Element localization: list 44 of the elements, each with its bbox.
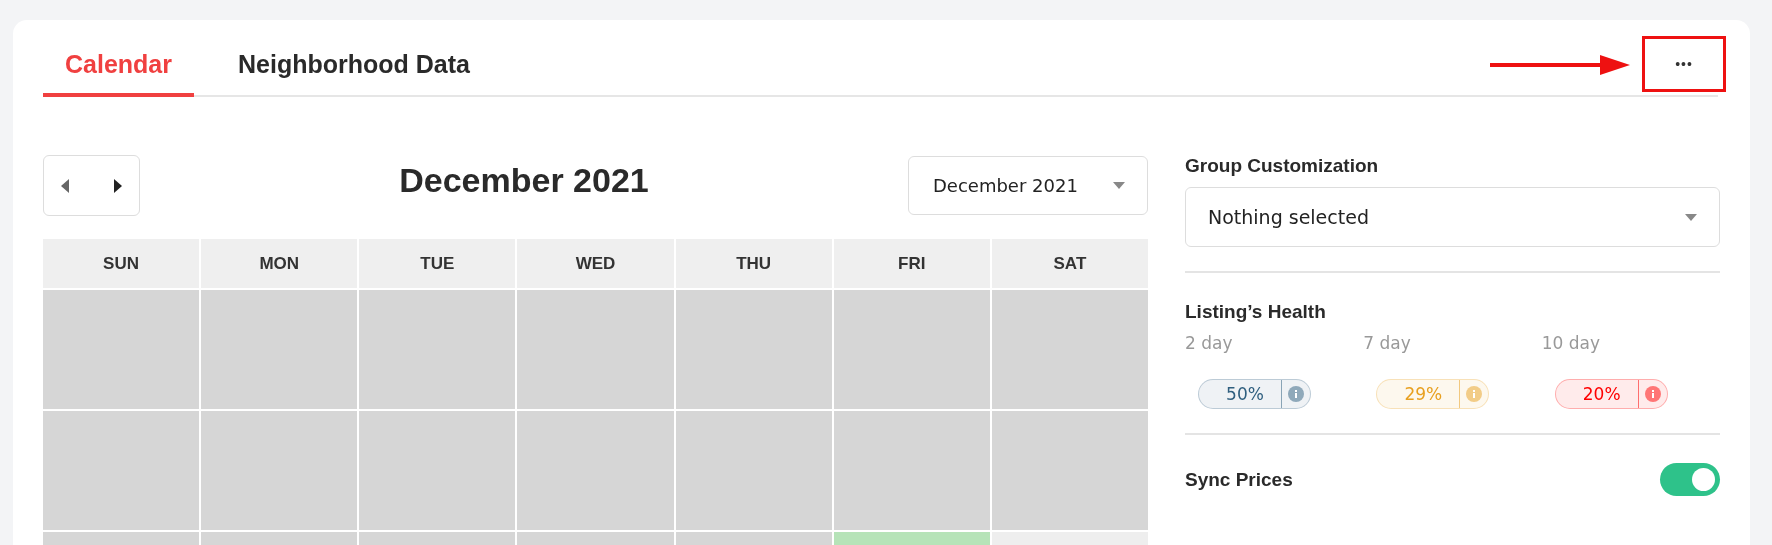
- info-icon[interactable]: [1288, 386, 1304, 402]
- next-icon[interactable]: [113, 177, 123, 194]
- health-pill: 29%: [1376, 379, 1490, 409]
- health-pill: 20%: [1554, 379, 1668, 409]
- day-cell[interactable]: [43, 290, 200, 409]
- toggle-switch[interactable]: [1660, 463, 1720, 496]
- day-cell[interactable]: [675, 290, 832, 409]
- section-title: Group Customization: [1185, 155, 1380, 177]
- tab[interactable]: Neighborhood Data: [216, 50, 492, 97]
- day-cell[interactable]: [201, 411, 358, 530]
- info-icon[interactable]: [1466, 386, 1483, 402]
- day-cell[interactable]: [517, 290, 674, 409]
- health-pill: 50%: [1198, 379, 1311, 409]
- day-cell[interactable]: [43, 411, 200, 530]
- weekday-header: WED: [517, 239, 674, 288]
- more-button[interactable]: •••: [1642, 35, 1726, 92]
- day-cell[interactable]: [991, 290, 1148, 409]
- period-label: 10 day: [1541, 333, 1601, 353]
- day-cell[interactable]: [991, 411, 1148, 530]
- weekday-header: TUE: [359, 239, 516, 288]
- section-title: Listing’s Health: [1185, 301, 1327, 323]
- tab[interactable]: Calendar: [43, 50, 194, 97]
- day-cell[interactable]: [833, 411, 990, 530]
- weekday-header: MON: [201, 239, 358, 288]
- weekday-header: THU: [675, 239, 832, 288]
- previous-icon[interactable]: [60, 177, 70, 194]
- weekday-header: FRI: [833, 239, 990, 288]
- caret-icon: [1685, 213, 1697, 221]
- day-cell[interactable]: [201, 290, 358, 409]
- period-label: 7 day: [1363, 333, 1412, 353]
- period-label: 2 day: [1185, 333, 1234, 353]
- weekday-header: SUN: [43, 239, 200, 288]
- day-cell[interactable]: [517, 411, 674, 530]
- month-title: December 2021: [399, 161, 649, 200]
- group-select[interactable]: Nothing selected: [1185, 187, 1720, 247]
- month-select[interactable]: December 2021: [908, 156, 1148, 215]
- day-cell[interactable]: [833, 290, 990, 409]
- weekday-header: SAT: [991, 239, 1148, 288]
- day-cell[interactable]: [359, 290, 516, 409]
- day-cell[interactable]: [359, 411, 516, 530]
- day-cell[interactable]: [675, 411, 832, 530]
- caret-icon: [1113, 182, 1125, 189]
- sync-prices-label: Sync Prices: [1185, 468, 1293, 491]
- info-icon[interactable]: [1644, 386, 1661, 402]
